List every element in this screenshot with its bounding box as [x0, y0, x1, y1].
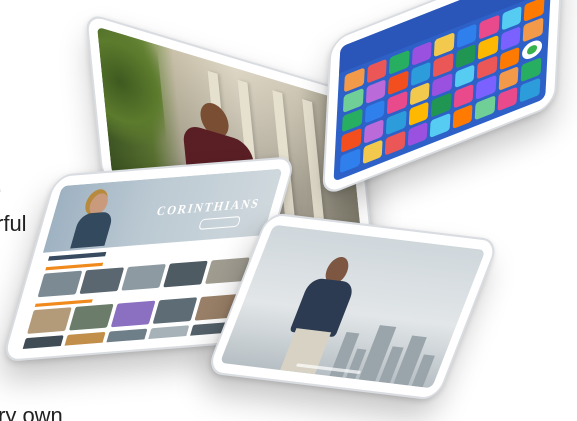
ruin-pillar [302, 99, 325, 228]
app-tile[interactable] [519, 77, 541, 103]
content-card[interactable] [79, 267, 125, 294]
app-tile[interactable] [452, 104, 473, 130]
hero-play-button[interactable] [198, 215, 242, 230]
app-tile[interactable] [362, 139, 383, 165]
video-screen[interactable] [219, 224, 486, 389]
content-card[interactable] [27, 307, 72, 334]
app-tile[interactable] [497, 86, 518, 112]
hero-banner[interactable]: CORINTHIANS [42, 168, 283, 253]
content-card[interactable] [63, 331, 106, 350]
app-tile[interactable] [429, 113, 451, 138]
content-card[interactable] [163, 260, 208, 288]
app-tile[interactable] [474, 95, 496, 121]
content-row [37, 257, 250, 298]
content-card[interactable] [110, 300, 156, 328]
tablet-app-grid [321, 0, 564, 198]
hero-title: CORINTHIANS [154, 195, 262, 219]
side-text-line-1: rful [0, 211, 27, 236]
side-text-line-2: ry own [0, 403, 63, 421]
content-card[interactable] [105, 328, 148, 347]
hero-presenter [70, 192, 120, 249]
side-text-period: . [0, 174, 2, 196]
content-card[interactable] [37, 270, 83, 298]
promo-stage: . rful ry own [0, 0, 577, 421]
app-tile[interactable] [339, 148, 361, 174]
hero-presenter-body [70, 211, 115, 249]
content-card[interactable] [121, 263, 167, 291]
content-card[interactable] [68, 303, 114, 331]
content-card[interactable] [152, 297, 198, 324]
tree-foliage [97, 26, 170, 169]
content-card[interactable] [147, 325, 190, 344]
app-tile[interactable] [384, 130, 406, 156]
content-card[interactable] [21, 335, 64, 350]
app-grid-screen [333, 0, 553, 182]
nav-tabs[interactable] [48, 251, 107, 261]
app-tile[interactable] [407, 121, 428, 147]
